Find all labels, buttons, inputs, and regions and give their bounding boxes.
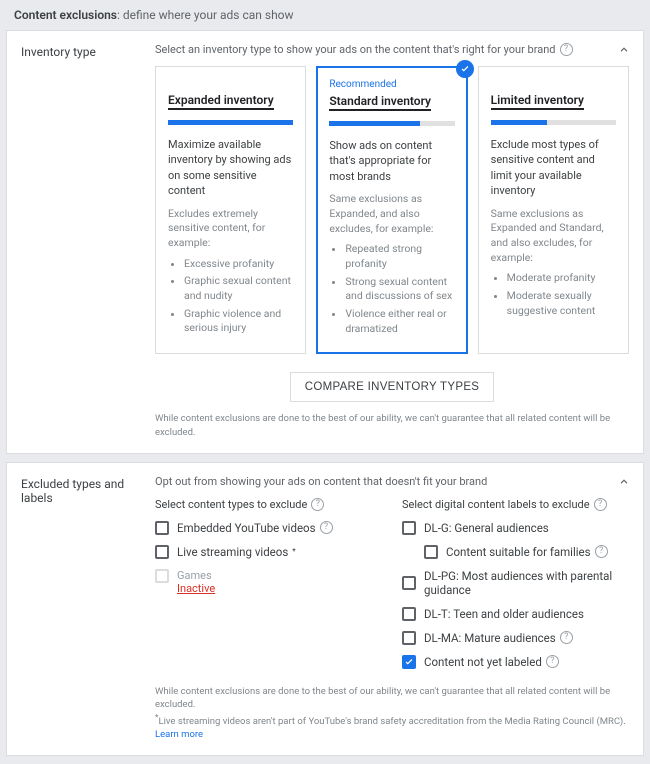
- card-title: Limited inventory: [491, 93, 584, 110]
- excluded-disclaimer-1: While content exclusions are done to the…: [155, 685, 629, 712]
- content-types-heading: Select content types to exclude: [155, 498, 307, 511]
- help-icon[interactable]: ?: [560, 631, 573, 644]
- excluded-intro: Opt out from showing your ads on content…: [155, 475, 487, 488]
- digital-labels-heading: Select digital content labels to exclude: [402, 498, 590, 511]
- footnote-marker: *: [292, 547, 295, 556]
- card-sub-intro: Same exclusions as Expanded, and also ex…: [329, 192, 454, 236]
- inventory-meter: [329, 121, 454, 126]
- learn-more-link[interactable]: Learn more: [155, 729, 203, 740]
- checkbox-dl-g[interactable]: [402, 521, 416, 535]
- page-subtitle: : define where your ads can show: [117, 8, 294, 22]
- section-title-excluded: Excluded types and labels: [21, 475, 155, 741]
- checkbox-games: [155, 569, 169, 583]
- inventory-meter: [168, 120, 293, 125]
- games-label: Games: [177, 569, 215, 582]
- excluded-types-panel: Excluded types and labels Opt out from s…: [6, 462, 644, 756]
- checkbox-not-yet-labeled[interactable]: [402, 655, 416, 669]
- card-title: Standard inventory: [329, 94, 431, 111]
- bullet: Graphic violence and serious injury: [184, 307, 293, 336]
- collapse-icon[interactable]: [617, 43, 631, 60]
- bullet: Violence either real or dramatized: [345, 307, 454, 336]
- checkbox-label: Content suitable for families: [446, 545, 591, 559]
- checkbox-label: DL-MA: Mature audiences: [424, 631, 556, 645]
- card-title: Expanded inventory: [168, 93, 274, 110]
- bullet: Excessive profanity: [184, 257, 293, 272]
- help-icon[interactable]: ?: [311, 498, 324, 511]
- checkbox-label: DL-G: General audiences: [424, 521, 549, 535]
- checkbox-label: Content not yet labeled: [424, 655, 542, 669]
- card-standard-inventory[interactable]: Recommended Standard inventory Show ads …: [316, 66, 467, 354]
- page-title: Content exclusions: [14, 8, 117, 22]
- checkbox-live-streaming[interactable]: [155, 545, 169, 559]
- card-desc: Show ads on content that's appropriate f…: [329, 138, 454, 184]
- excluded-disclaimer-2: Live streaming videos aren't part of You…: [158, 716, 625, 727]
- bullet: Moderate sexually suggestive content: [507, 289, 616, 318]
- card-desc: Maximize available inventory by showing …: [168, 137, 293, 199]
- checkbox-label: Live streaming videos: [177, 545, 288, 559]
- help-icon[interactable]: ?: [560, 43, 573, 56]
- check-icon: [456, 60, 474, 78]
- inventory-meter: [491, 120, 616, 125]
- recommended-label: Recommended: [329, 79, 454, 90]
- checkbox-dl-pg[interactable]: [402, 576, 416, 590]
- bullet: Graphic sexual content and nudity: [184, 274, 293, 303]
- inventory-disclaimer: While content exclusions are done to the…: [155, 412, 629, 439]
- help-icon[interactable]: ?: [594, 498, 607, 511]
- checkbox-label: Embedded YouTube videos: [177, 521, 316, 535]
- checkbox-families[interactable]: [424, 545, 438, 559]
- help-icon[interactable]: ?: [595, 545, 608, 558]
- checkbox-dl-ma[interactable]: [402, 631, 416, 645]
- card-expanded-inventory[interactable]: Expanded inventory Maximize available in…: [155, 66, 306, 354]
- checkbox-dl-t[interactable]: [402, 607, 416, 621]
- inventory-intro: Select an inventory type to show your ad…: [155, 43, 556, 56]
- bullet: Strong sexual content and discussions of…: [345, 275, 454, 304]
- section-title-inventory: Inventory type: [21, 43, 155, 439]
- card-limited-inventory[interactable]: Limited inventory Exclude most types of …: [478, 66, 629, 354]
- inactive-link[interactable]: Inactive: [177, 582, 215, 595]
- help-icon[interactable]: ?: [320, 521, 333, 534]
- compare-inventory-button[interactable]: COMPARE INVENTORY TYPES: [290, 372, 495, 402]
- checkbox-label: DL-T: Teen and older audiences: [424, 607, 584, 621]
- collapse-icon[interactable]: [617, 475, 631, 492]
- bullet: Repeated strong profanity: [345, 242, 454, 271]
- bullet: Moderate profanity: [507, 271, 616, 286]
- checkbox-label: DL-PG: Most audiences with parental guid…: [424, 569, 629, 597]
- checkbox-embedded-youtube[interactable]: [155, 521, 169, 535]
- inventory-type-panel: Inventory type Select an inventory type …: [6, 30, 644, 454]
- page-header: Content exclusions: define where your ad…: [0, 0, 650, 30]
- card-sub-intro: Same exclusions as Expanded and Standard…: [491, 207, 616, 266]
- card-sub-intro: Excludes extremely sensitive content, fo…: [168, 207, 293, 251]
- help-icon[interactable]: ?: [546, 655, 559, 668]
- card-desc: Exclude most types of sensitive content …: [491, 137, 616, 199]
